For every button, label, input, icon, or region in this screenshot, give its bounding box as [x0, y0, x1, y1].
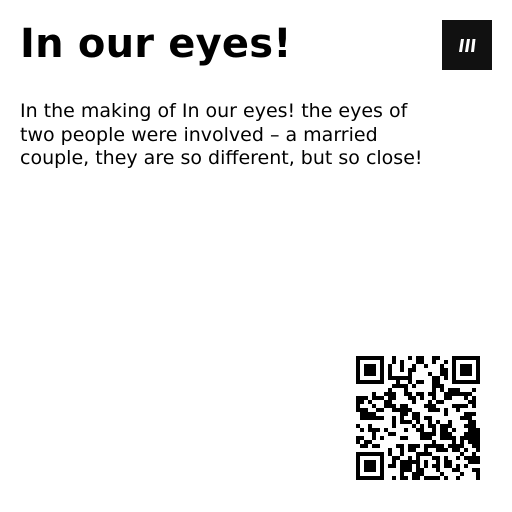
- page-title: In our eyes!: [20, 21, 292, 67]
- description-text: In the making of In our eyes! the eyes o…: [20, 100, 423, 169]
- brand-logo-icon: [442, 20, 492, 70]
- qr-code-icon[interactable]: [356, 356, 480, 480]
